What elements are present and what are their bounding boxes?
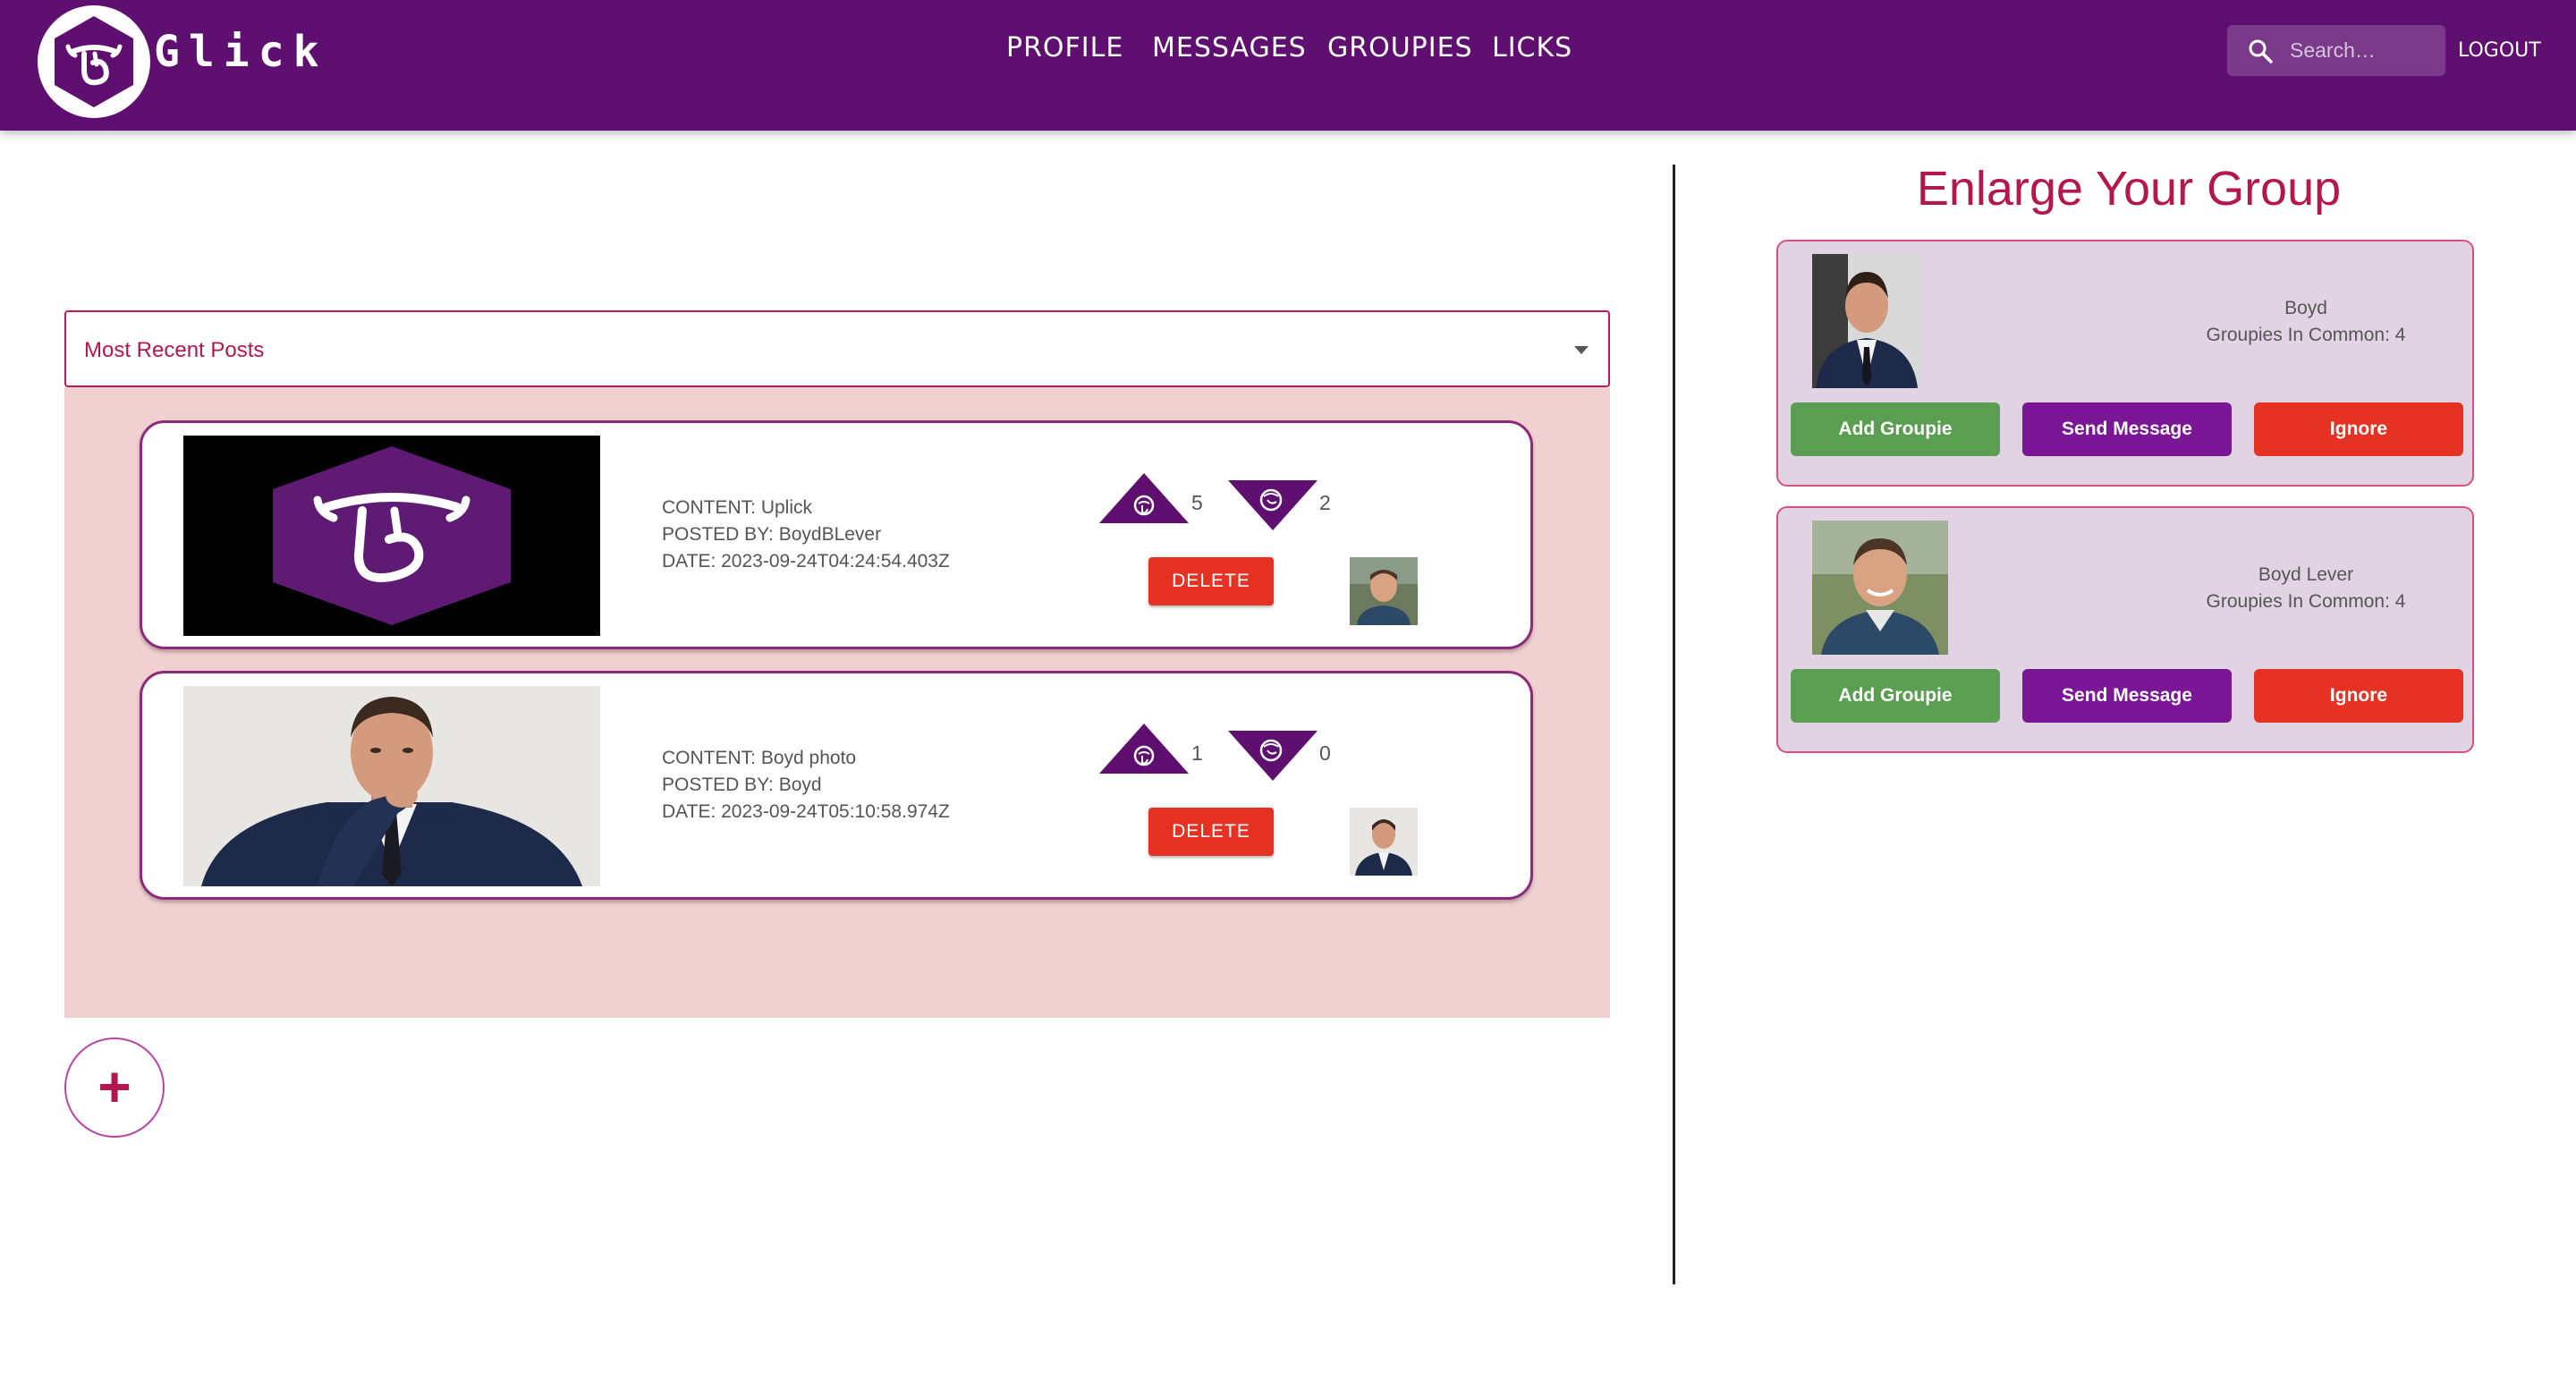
search-icon	[2249, 39, 2273, 64]
brand-name: Glick	[154, 27, 328, 77]
suggestion-name: Boyd	[2284, 298, 2327, 318]
plus-icon: +	[97, 1054, 131, 1119]
uplick-icon[interactable]	[1097, 471, 1191, 525]
nav-groupies[interactable]: GROUPIES	[1327, 32, 1473, 64]
delete-post-button[interactable]: DELETE	[1148, 808, 1274, 856]
column-divider	[1673, 165, 1675, 1284]
suggestion-info: Boyd Groupies In Common: 4	[2172, 295, 2440, 349]
glick-logo[interactable]	[38, 5, 150, 118]
post-info: CONTENT: Uplick POSTED BY: BoydBLever DA…	[662, 495, 950, 575]
top-app-bar: Glick PROFILE MESSAGES GROUPIES LICKS LO…	[0, 0, 2576, 131]
uplick-icon[interactable]	[1097, 722, 1191, 775]
post-card: CONTENT: Uplick POSTED BY: BoydBLever DA…	[140, 420, 1533, 649]
delete-post-button[interactable]: DELETE	[1148, 557, 1274, 605]
post-content: CONTENT: Boyd photo	[662, 748, 857, 768]
downlick-icon[interactable]	[1226, 729, 1319, 783]
uplick-count: 1	[1191, 741, 1203, 765]
suggestions-title: Enlarge Your Group	[1916, 162, 2342, 216]
post-date: DATE: 2023-09-24T05:10:58.974Z	[662, 801, 950, 822]
nav-messages[interactable]: MESSAGES	[1152, 32, 1307, 64]
suggestion-card: Boyd Lever Groupies In Common: 4 Add Gro…	[1776, 506, 2474, 753]
suggestion-avatar[interactable]	[1812, 521, 1948, 655]
suggestion-name: Boyd Lever	[2258, 564, 2354, 585]
add-groupie-button[interactable]: Add Groupie	[1791, 402, 2000, 456]
uplick-count: 5	[1191, 491, 1203, 514]
post-sort-value: Most Recent Posts	[84, 338, 265, 362]
suggestion-card: Boyd Groupies In Common: 4 Add Groupie S…	[1776, 240, 2474, 487]
suggestion-common: Groupies In Common: 4	[2206, 325, 2406, 345]
post-author: POSTED BY: BoydBLever	[662, 524, 882, 545]
post-date: DATE: 2023-09-24T04:24:54.403Z	[662, 551, 950, 572]
chevron-down-icon	[1574, 346, 1589, 354]
ignore-button[interactable]: Ignore	[2254, 669, 2463, 723]
add-post-button[interactable]: +	[64, 1037, 165, 1138]
send-message-button[interactable]: Send Message	[2022, 402, 2232, 456]
suggestion-info: Boyd Lever Groupies In Common: 4	[2172, 562, 2440, 615]
downlick-count: 0	[1319, 741, 1331, 765]
tongue-hexagon-icon	[55, 16, 133, 107]
suggestion-common: Groupies In Common: 4	[2206, 591, 2406, 612]
post-image	[183, 686, 600, 886]
nav-profile[interactable]: PROFILE	[1006, 32, 1123, 64]
search-input[interactable]	[2290, 32, 2436, 68]
search-box[interactable]	[2227, 25, 2445, 76]
suggestion-avatar[interactable]	[1812, 254, 1921, 388]
downlick-count: 2	[1319, 491, 1331, 514]
logout-button[interactable]: LOGOUT	[2458, 39, 2541, 62]
nav-licks[interactable]: LICKS	[1492, 32, 1572, 64]
post-image	[183, 436, 600, 636]
send-message-button[interactable]: Send Message	[2022, 669, 2232, 723]
author-avatar[interactable]	[1350, 808, 1418, 876]
post-card: CONTENT: Boyd photo POSTED BY: Boyd DATE…	[140, 671, 1533, 900]
author-avatar[interactable]	[1350, 557, 1418, 625]
post-sort-select[interactable]: Most Recent Posts	[64, 310, 1610, 387]
ignore-button[interactable]: Ignore	[2254, 402, 2463, 456]
add-groupie-button[interactable]: Add Groupie	[1791, 669, 2000, 723]
downlick-icon[interactable]	[1226, 478, 1319, 532]
post-author: POSTED BY: Boyd	[662, 775, 822, 795]
post-content: CONTENT: Uplick	[662, 497, 813, 518]
post-info: CONTENT: Boyd photo POSTED BY: Boyd DATE…	[662, 745, 950, 826]
